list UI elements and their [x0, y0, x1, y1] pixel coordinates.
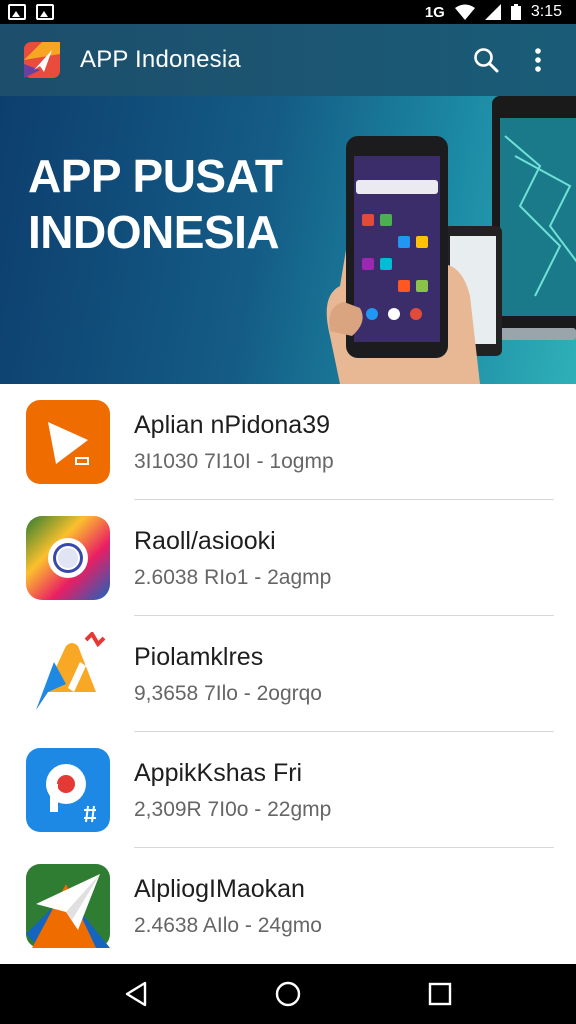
list-item[interactable]: AppikKshas Fri 2,309R 7I0o - 22gmp [0, 732, 576, 848]
app-text: Raoll/asiooki 2.6038 RIo1 - 2agmp [134, 527, 331, 590]
app-name: Aplian nPidona39 [134, 410, 330, 439]
list-item[interactable]: Piolamklres 9,3658 7Ilo - 2ogrqo [0, 616, 576, 732]
app-text: AppikKshas Fri 2,309R 7I0o - 22gmp [134, 759, 331, 822]
app-name: Raoll/asiooki [134, 526, 276, 555]
wifi-icon [454, 4, 475, 20]
more-vert-icon [535, 48, 541, 72]
app-meta: 3I1030 7I10I - 1ogmp [134, 449, 334, 473]
home-icon [275, 981, 301, 1007]
list-item[interactable]: Raoll/asiooki 2.6038 RIo1 - 2agmp [0, 500, 576, 616]
image-icon [8, 4, 26, 20]
system-nav-bar [0, 964, 576, 1024]
status-time: 3:15 [530, 3, 562, 20]
pencil-chat-icon [36, 632, 106, 710]
search-button[interactable] [466, 40, 506, 80]
signal-icon [484, 4, 501, 20]
image-icon [36, 4, 54, 20]
more-options-button[interactable] [518, 40, 558, 80]
status-right: 1G 3:15 [425, 3, 562, 21]
status-left [8, 4, 54, 20]
recents-icon [428, 982, 452, 1006]
home-button[interactable] [264, 970, 312, 1018]
app-bar: APP Indonesia [0, 24, 576, 96]
app-meta: 2.4638 AIlo - 24gmo [134, 913, 322, 937]
app-logo-icon [24, 42, 60, 78]
app-meta: 9,3658 7Ilo - 2ogrqo [134, 681, 322, 705]
app-name: AppikKshas Fri [134, 758, 303, 787]
app-list: Aplian nPidona39 3I1030 7I10I - 1ogmp Ra… [0, 384, 576, 964]
circle-ring-icon [26, 516, 110, 600]
app-text: Piolamklres 9,3658 7Ilo - 2ogrqo [134, 643, 322, 706]
banner-title-line2: INDONESIA [28, 206, 280, 258]
app-title: APP Indonesia [80, 46, 241, 73]
list-item[interactable]: Aplian nPidona39 3I1030 7I10I - 1ogmp [0, 384, 576, 500]
p-letter-icon [26, 748, 110, 832]
app-text: Aplian nPidona39 3I1030 7I10I - 1ogmp [134, 411, 334, 474]
play-arrow-icon [26, 400, 110, 484]
app-meta: 2.6038 RIo1 - 2agmp [134, 565, 332, 589]
recents-button[interactable] [416, 970, 464, 1018]
battery-icon [510, 4, 521, 20]
banner-title-line1: APP PUSAT [28, 150, 283, 202]
app-name: Piolamklres [134, 642, 264, 671]
list-item[interactable]: AlpliogIMaokan 2.4638 AIlo - 24gmo [0, 848, 576, 964]
back-icon [125, 981, 147, 1007]
back-button[interactable] [112, 970, 160, 1018]
status-bar: 1G 3:15 [0, 0, 576, 24]
paper-plane-icon [26, 864, 110, 948]
app-text: AlpliogIMaokan 2.4638 AIlo - 24gmo [134, 875, 322, 938]
search-icon [474, 48, 499, 73]
app-name: AlpliogIMaokan [134, 874, 305, 903]
banner-title: APP PUSAT INDONESIA [28, 148, 283, 260]
network-label: 1G [424, 3, 445, 21]
promo-banner[interactable]: APP PUSAT INDONESIA [0, 96, 576, 384]
app-meta: 2,309R 7I0o - 22gmp [134, 797, 332, 821]
